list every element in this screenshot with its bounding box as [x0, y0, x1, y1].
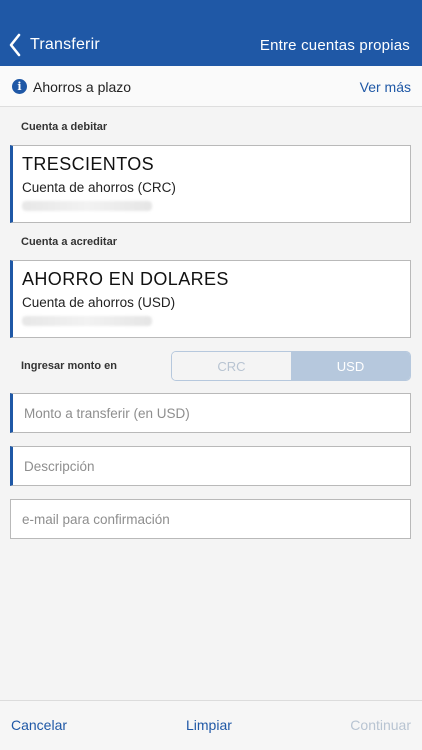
clear-button[interactable]: Limpiar — [186, 717, 232, 733]
description-input[interactable] — [10, 446, 411, 486]
credit-account-label: Cuenta a acreditar — [21, 236, 117, 248]
debit-account-card[interactable]: TRESCIENTOS Cuenta de ahorros (CRC) — [10, 145, 411, 223]
debit-account-type: Cuenta de ahorros (CRC) — [22, 180, 176, 195]
page-title: Entre cuentas propias — [259, 37, 410, 54]
see-more-link[interactable]: Ver más — [360, 79, 411, 95]
credit-account-type: Cuenta de ahorros (USD) — [22, 295, 176, 310]
back-button-label: Transferir — [30, 36, 100, 53]
currency-option-usd[interactable]: USD — [291, 352, 410, 380]
email-input[interactable] — [10, 499, 411, 539]
debit-account-label: Cuenta a debitar — [21, 121, 108, 133]
credit-account-name: AHORRO EN DOLARES — [22, 269, 229, 289]
info-icon: i — [12, 79, 27, 94]
currency-label: Ingresar monto en — [21, 360, 117, 372]
credit-account-card[interactable]: AHORRO EN DOLARES Cuenta de ahorros (USD… — [10, 260, 411, 338]
debit-account-number-blurred — [22, 201, 152, 211]
debit-account-name: TRESCIENTOS — [22, 154, 155, 174]
app-header: Transferir Entre cuentas propias — [0, 0, 422, 66]
action-bar: Cancelar Limpiar Continuar — [0, 700, 422, 750]
credit-account-number-blurred — [22, 316, 152, 326]
currency-segmented-control[interactable]: CRC USD — [171, 351, 411, 381]
chevron-left-icon — [9, 33, 21, 57]
cancel-button[interactable]: Cancelar — [11, 717, 67, 733]
amount-input[interactable] — [10, 393, 411, 433]
currency-option-crc[interactable]: CRC — [172, 352, 291, 380]
continue-button[interactable]: Continuar — [350, 717, 411, 733]
info-bar-title: Ahorros a plazo — [33, 79, 132, 95]
back-button[interactable]: Transferir — [8, 30, 100, 60]
info-bar: i Ahorros a plazo Ver más — [0, 66, 422, 107]
